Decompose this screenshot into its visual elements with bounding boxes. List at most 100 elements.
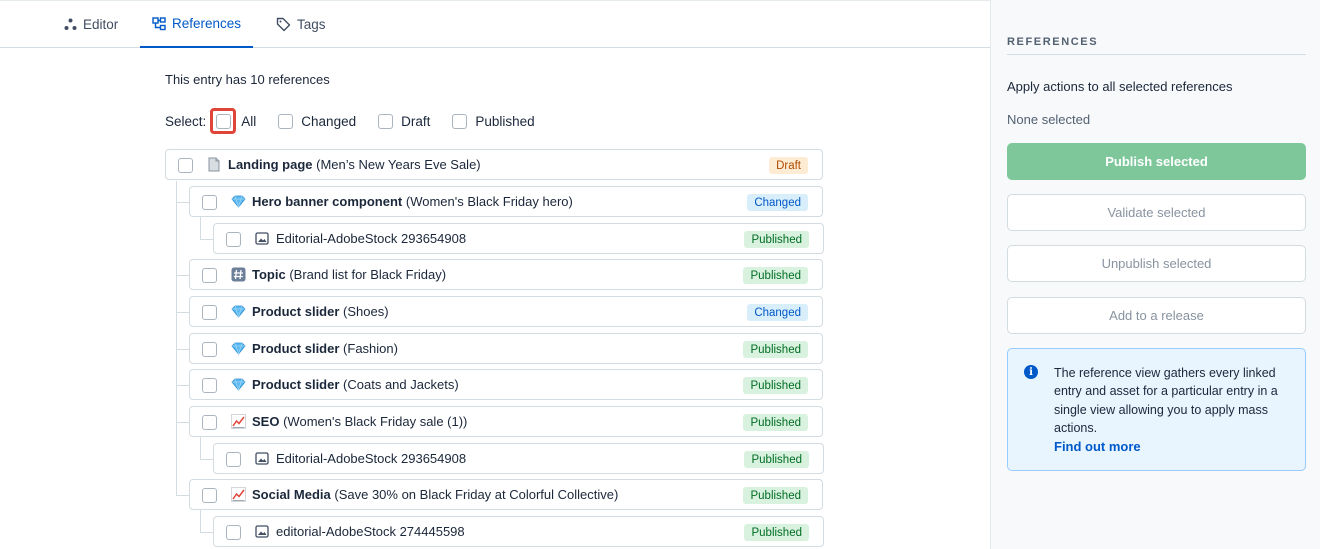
row-title: Social Media [252,487,331,502]
tab-editor-label: Editor [83,17,119,32]
row-subtitle: (Fashion) [343,341,398,356]
image-icon [254,450,270,466]
select-draft-checkbox[interactable] [378,113,394,129]
reference-row[interactable]: Topic (Brand list for Black Friday) Publ… [189,259,823,290]
tree-connector [200,217,201,239]
row-subtitle: (Brand list for Black Friday) [289,267,447,282]
row-label: Product slider (Coats and Jackets) [252,377,459,392]
status-badge: Published [743,341,808,358]
info-note: i The reference view gathers every linke… [1007,348,1306,471]
chart-icon [230,486,246,502]
row-title: SEO [252,414,280,429]
reference-row[interactable]: Landing page (Men’s New Years Eve Sale) … [165,149,823,180]
select-published-checkbox[interactable] [452,113,468,129]
row-checkbox[interactable] [226,232,241,247]
reference-row[interactable]: Editorial-AdobeStock 293654908 Published [213,223,824,254]
row-subtitle: (Women's Black Friday sale (1)) [283,414,468,429]
tab-editor[interactable]: Editor [52,1,130,48]
tree-connector [176,385,189,386]
tab-references[interactable]: References [140,1,254,48]
reference-count: This entry has 10 references [165,72,330,87]
row-title: Product slider [252,304,340,319]
row-checkbox[interactable] [202,268,217,283]
tab-tags-label: Tags [297,17,326,32]
select-draft-filter[interactable]: Draft [378,113,431,129]
status-badge: Changed [747,304,808,321]
tree-connector [200,437,201,459]
row-checkbox[interactable] [202,488,217,503]
row-label: Product slider (Fashion) [252,341,398,356]
row-checkbox[interactable] [202,378,217,393]
reference-row[interactable]: SEO (Women's Black Friday sale (1)) Publ… [189,406,823,437]
gem-icon [230,376,246,392]
tree-connector [176,422,189,423]
reference-row[interactable]: Editorial-AdobeStock 293654908 Published [213,443,824,474]
reference-row[interactable]: Social Media (Save 30% on Black Friday a… [189,479,823,510]
reference-row[interactable]: editorial-AdobeStock 274445598 Published [213,516,824,547]
row-checkbox[interactable] [202,415,217,430]
add-to-release-button[interactable]: Add to a release [1007,297,1306,334]
row-subtitle: (Shoes) [343,304,389,319]
tree-connector [200,239,213,240]
row-checkbox[interactable] [226,525,241,540]
row-label: Landing page (Men’s New Years Eve Sale) [228,157,481,172]
tab-bar: Editor References Tags [0,1,990,48]
row-label: Social Media (Save 30% on Black Friday a… [252,487,618,502]
select-filters: Select: All Changed Draft Published [165,108,557,134]
select-all-label: All [241,113,257,129]
row-label: editorial-AdobeStock 274445598 [276,524,465,539]
status-badge: Published [744,524,809,541]
row-checkbox[interactable] [202,195,217,210]
row-checkbox[interactable] [202,305,217,320]
row-subtitle: (Women's Black Friday hero) [405,194,573,209]
row-checkbox[interactable] [226,452,241,467]
status-badge: Published [743,377,808,394]
highlight-marker [210,108,237,134]
reference-row[interactable]: Product slider (Coats and Jackets) Publi… [189,369,823,400]
tab-references-label: References [172,16,242,31]
select-label: Select: [165,113,207,129]
publish-selected-button[interactable]: Publish selected [1007,143,1306,180]
info-icon: i [1024,365,1038,379]
status-badge: Published [743,267,808,284]
find-out-more-link[interactable]: Find out more [1054,439,1141,454]
row-subtitle: editorial-AdobeStock 274445598 [276,524,465,539]
select-all-filter[interactable]: All [210,108,256,134]
tree-connector [176,181,177,495]
status-badge: Published [743,487,808,504]
hash-icon [230,266,246,282]
page-icon [206,156,222,172]
image-icon [254,523,270,539]
select-published-label: Published [475,113,535,129]
reference-row[interactable]: Product slider (Fashion) Published [189,333,823,364]
tree-connector [200,532,213,533]
reference-row[interactable]: Hero banner component (Women's Black Fri… [189,186,823,217]
select-changed-checkbox[interactable] [278,113,294,129]
select-changed-filter[interactable]: Changed [278,113,356,129]
status-badge: Changed [747,194,808,211]
row-checkbox[interactable] [178,158,193,173]
references-icon [152,16,166,31]
row-label: Product slider (Shoes) [252,304,389,319]
row-title: Topic [252,267,286,282]
select-draft-label: Draft [401,113,431,129]
tree-connector [200,510,201,532]
references-sidebar: REFERENCES Apply actions to all selected… [990,0,1320,549]
tab-tags[interactable]: Tags [264,1,338,48]
reference-row[interactable]: Product slider (Shoes) Changed [189,296,823,327]
tree-connector [176,202,189,203]
select-published-filter[interactable]: Published [452,113,535,129]
tree-connector [200,459,213,460]
gem-icon [230,193,246,209]
status-badge: Published [743,414,808,431]
row-title: Hero banner component [252,194,403,209]
row-checkbox[interactable] [202,342,217,357]
chart-icon [230,413,246,429]
apply-actions-text: Apply actions to all selected references [1007,79,1233,94]
select-all-checkbox[interactable] [215,113,231,129]
status-badge: Published [744,231,809,248]
row-label: Hero banner component (Women's Black Fri… [252,194,573,209]
unpublish-selected-button[interactable]: Unpublish selected [1007,245,1306,282]
validate-selected-button[interactable]: Validate selected [1007,194,1306,231]
gem-icon [230,340,246,356]
